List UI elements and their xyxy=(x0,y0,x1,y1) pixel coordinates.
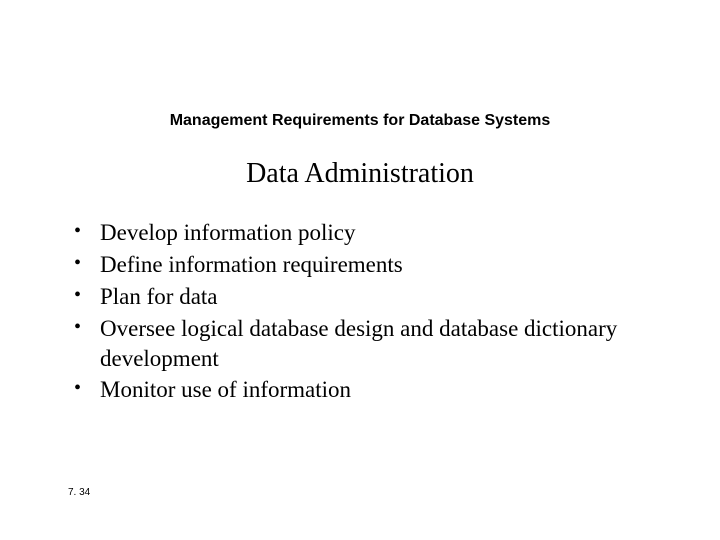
list-item: Monitor use of information xyxy=(70,375,650,405)
section-header: Management Requirements for Database Sys… xyxy=(0,112,720,130)
list-item: Develop information policy xyxy=(70,218,650,248)
page-number: 7. 34 xyxy=(68,487,90,498)
slide-title: Data Administration xyxy=(0,158,720,190)
list-item: Plan for data xyxy=(70,282,650,312)
bullet-list: Develop information policy Define inform… xyxy=(70,218,650,407)
list-item: Oversee logical database design and data… xyxy=(70,314,650,374)
list-item: Define information requirements xyxy=(70,250,650,280)
